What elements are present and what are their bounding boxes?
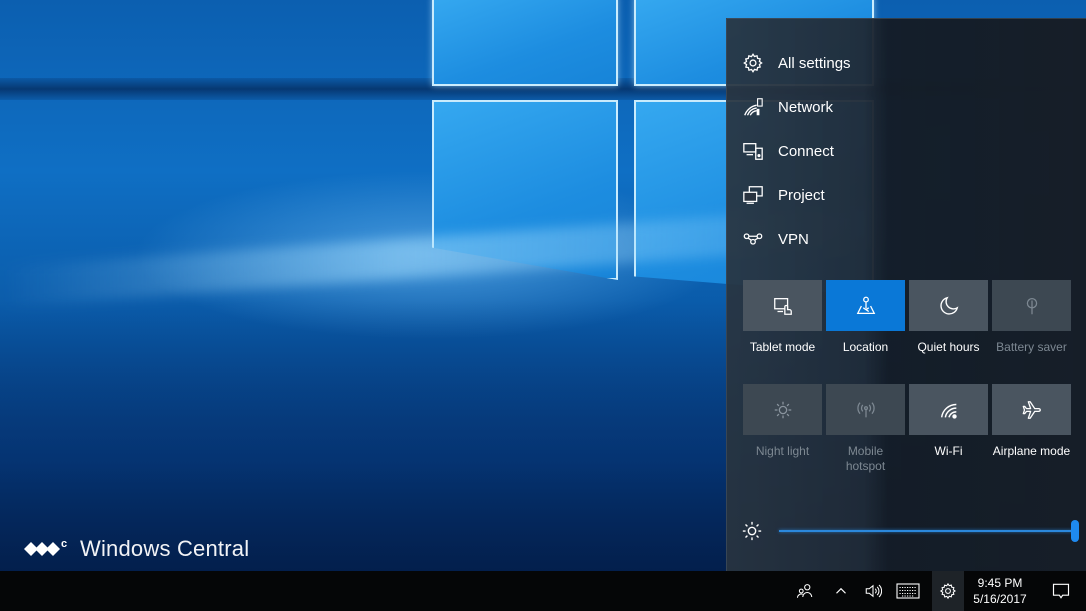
tile-label: Airplane mode xyxy=(992,444,1071,458)
tile-quiet-hours[interactable]: Quiet hours xyxy=(909,280,988,355)
wifi-icon xyxy=(940,403,957,419)
system-tray: 9:45 PM 5/16/2017 xyxy=(786,571,1086,611)
quick-link-label: VPN xyxy=(778,230,809,248)
settings-tray-button[interactable] xyxy=(932,571,964,611)
slider-thumb[interactable] xyxy=(1071,520,1079,542)
tile-button[interactable] xyxy=(743,384,822,435)
tile-label: Battery saver xyxy=(996,340,1067,354)
windows-central-logo-icon: c xyxy=(24,538,67,556)
quick-link-all-settings[interactable]: All settings xyxy=(727,41,1086,85)
battery-saver-icon xyxy=(1026,297,1037,314)
quick-link-connect[interactable]: Connect xyxy=(727,129,1086,173)
clock-time: 9:45 PM xyxy=(977,576,1023,590)
tile-label: Night light xyxy=(755,444,810,458)
tablet-mode-icon xyxy=(773,297,792,315)
tile-button[interactable] xyxy=(909,280,988,331)
people-icon xyxy=(796,584,813,598)
tile-button[interactable] xyxy=(992,280,1071,331)
connect-icon xyxy=(741,139,765,163)
quick-link-label: Network xyxy=(778,98,834,116)
vpn-icon xyxy=(741,227,765,251)
tile-label: Wi-Fi xyxy=(934,444,963,458)
show-hidden-icons-button[interactable] xyxy=(824,571,858,611)
quick-link-network[interactable]: Network xyxy=(727,85,1086,129)
mobile-hotspot-icon xyxy=(856,401,875,417)
chevron-up-icon xyxy=(836,587,846,594)
people-button[interactable] xyxy=(786,571,824,611)
location-icon xyxy=(856,296,875,314)
wallpaper-window-pane xyxy=(432,0,618,86)
tile-wifi[interactable]: Wi-Fi xyxy=(909,384,988,474)
tile-button[interactable] xyxy=(992,384,1071,435)
tile-night-light[interactable]: Night light xyxy=(743,384,822,474)
clock-date: 5/16/2017 xyxy=(973,592,1027,606)
speaker-icon xyxy=(865,584,882,598)
quick-link-label: All settings xyxy=(778,54,851,72)
action-center-panel: All settings Network Connect Project VPN… xyxy=(726,18,1086,571)
clock[interactable]: 9:45 PM 5/16/2017 xyxy=(964,571,1036,611)
brightness-control xyxy=(741,517,1079,545)
slider-fill xyxy=(779,530,1077,532)
tile-battery-saver[interactable]: Battery saver xyxy=(992,280,1071,355)
tile-label: Tablet mode xyxy=(749,340,816,354)
touch-keyboard-button[interactable] xyxy=(888,571,928,611)
touch-keyboard-icon xyxy=(896,583,920,599)
taskbar: 9:45 PM 5/16/2017 xyxy=(0,571,1086,611)
tile-label: Quiet hours xyxy=(917,340,980,354)
network-icon xyxy=(741,95,765,119)
quick-actions-row: Night light Mobile hotspot Wi-Fi Airplan… xyxy=(743,384,1073,474)
tile-label: Mobile hotspot xyxy=(845,444,886,473)
quick-link-vpn[interactable]: VPN xyxy=(727,217,1086,261)
tile-mobile-hotspot[interactable]: Mobile hotspot xyxy=(826,384,905,474)
tile-button[interactable] xyxy=(743,280,822,331)
watermark-text: Windows Central xyxy=(80,536,250,561)
airplane-icon xyxy=(1022,400,1041,419)
quick-link-label: Connect xyxy=(778,142,834,160)
brightness-slider[interactable] xyxy=(779,517,1079,545)
tile-tablet-mode[interactable]: Tablet mode xyxy=(743,280,822,355)
moon-icon xyxy=(939,296,958,315)
watermark: c Windows Central xyxy=(24,536,249,562)
action-center-icon xyxy=(1052,583,1070,599)
night-light-icon xyxy=(774,401,791,418)
tile-button[interactable] xyxy=(826,384,905,435)
brightness-icon xyxy=(742,521,762,541)
tile-airplane-mode[interactable]: Airplane mode xyxy=(992,384,1071,474)
tile-button[interactable] xyxy=(909,384,988,435)
quick-link-label: Project xyxy=(778,186,825,204)
tile-button[interactable] xyxy=(826,280,905,331)
tile-label: Location xyxy=(842,340,889,354)
gear-icon xyxy=(939,582,956,600)
volume-button[interactable] xyxy=(858,571,888,611)
action-center-button[interactable] xyxy=(1036,571,1086,611)
quick-actions-row: Tablet mode Location Quiet hours Battery… xyxy=(743,280,1073,355)
quick-links-list: All settings Network Connect Project VPN xyxy=(727,41,1086,261)
gear-icon xyxy=(741,51,765,75)
quick-link-project[interactable]: Project xyxy=(727,173,1086,217)
tile-location[interactable]: Location xyxy=(826,280,905,355)
project-icon xyxy=(741,183,765,207)
svg-text:c: c xyxy=(61,538,67,550)
